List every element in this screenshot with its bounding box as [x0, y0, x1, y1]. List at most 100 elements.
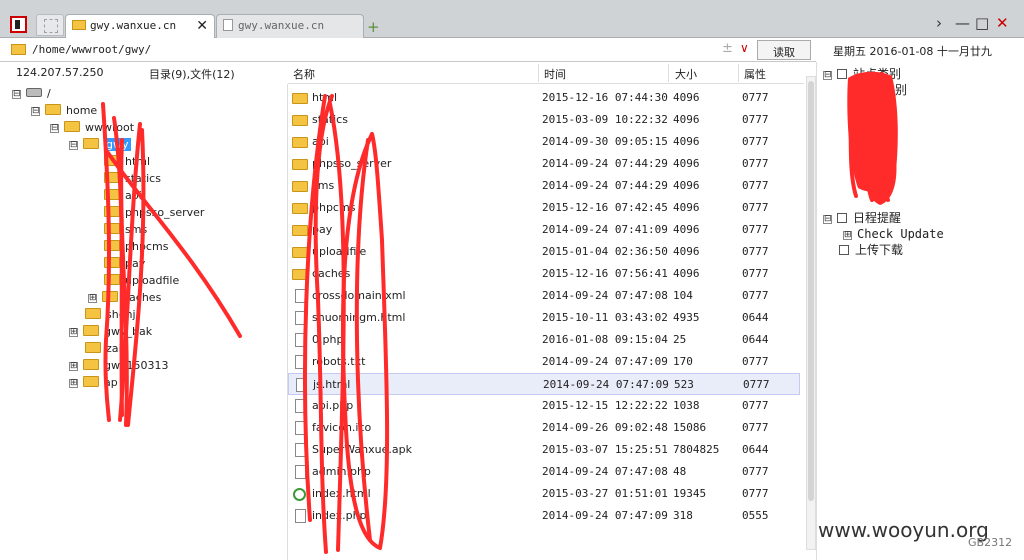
tree-item[interactable]: ⊞ gwy_bak: [69, 324, 152, 340]
tree-item[interactable]: uploadfile: [88, 273, 179, 289]
expand-icon[interactable]: ⊞: [69, 328, 78, 337]
file-name: caches: [312, 267, 351, 280]
new-tab-button[interactable]: +: [367, 18, 380, 36]
file-row[interactable]: phpsso_server 2014-09-24 07:44:29 4096 0777: [288, 153, 800, 175]
file-row[interactable]: crossdomain.xml 2014-09-24 07:47:08 104 077…: [288, 285, 800, 307]
collapse-icon[interactable]: ⊟: [823, 215, 832, 224]
file-size: 7804825: [673, 443, 720, 456]
minimize-button[interactable]: —: [955, 14, 970, 32]
file-row[interactable]: api.php 2015-12-15 12:22:22 1038 0777: [288, 395, 800, 417]
expand-icon[interactable]: ⊞: [88, 294, 97, 303]
file-row[interactable]: SuperWanxue.apk 2015-03-07 15:25:51 780482…: [288, 439, 800, 461]
tree-item[interactable]: phpcms: [88, 239, 168, 255]
maximize-button[interactable]: □: [975, 14, 989, 32]
file-size: 1038: [673, 399, 700, 412]
file-row[interactable]: index.html 2015-03-27 01:51:01 19345 0777: [288, 483, 800, 505]
chevron-right-icon[interactable]: ›: [936, 14, 942, 32]
tab-active[interactable]: gwy.wanxue.cn ✕: [65, 14, 215, 39]
tree-item-label: gwy_bak: [104, 325, 153, 338]
collapse-icon[interactable]: ⊟: [12, 90, 21, 99]
column-header-size[interactable]: 大小: [675, 66, 697, 82]
collapse-icon[interactable]: ⊟: [823, 71, 832, 80]
panel-item[interactable]: ⊟ 站点类别: [823, 66, 901, 82]
tree-item[interactable]: statics: [88, 171, 161, 187]
tree-item[interactable]: ⊟ gwy: [69, 137, 131, 153]
right-panel: ⊟ 站点类别 站点类别 ⊟ 日程提醒 ⊞ Check Update 上传下载: [816, 62, 1024, 560]
tree-item-label: sms: [125, 223, 148, 236]
file-row[interactable]: shuomingm.html 2015-10-11 03:43:02 4935 064…: [288, 307, 800, 329]
tree-item[interactable]: ⊞ gwy150313: [69, 358, 168, 374]
tree-item[interactable]: shenji: [69, 307, 139, 323]
path-input[interactable]: /home/wwwroot/gwy/: [32, 43, 151, 56]
file-row[interactable]: statics 2015-03-09 10:22:32 4096 0777: [288, 109, 800, 131]
tree-item[interactable]: zai: [69, 341, 122, 357]
tree-item[interactable]: ⊞ ap: [69, 375, 118, 391]
vertical-scrollbar[interactable]: [806, 76, 816, 550]
file-row[interactable]: phpcms 2015-12-16 07:42:45 4096 0777: [288, 197, 800, 219]
file-row[interactable]: 0.php 2016-01-08 09:15:04 25 0644: [288, 329, 800, 351]
panel-item[interactable]: 站点类别: [843, 82, 907, 98]
tab-inactive[interactable]: gwy.wanxue.cn: [216, 14, 364, 38]
tree-item-label: ap: [104, 376, 118, 389]
file-size: 4935: [673, 311, 700, 324]
file-size: 15086: [673, 421, 707, 434]
folder-icon: [292, 247, 308, 258]
file-row[interactable]: sms 2014-09-24 07:44:29 4096 0777: [288, 175, 800, 197]
column-header-attr[interactable]: 属性: [744, 66, 766, 82]
chevron-down-icon[interactable]: ∨: [740, 41, 749, 55]
file-time: 2015-12-16 07:44:30: [542, 91, 668, 104]
read-button[interactable]: 读取: [757, 40, 811, 60]
tree-item[interactable]: phpsso_server: [88, 205, 204, 221]
tree-item[interactable]: ⊟ /: [12, 86, 51, 102]
collapse-icon[interactable]: ⊟: [31, 107, 40, 116]
panel-item-label: Check Update: [857, 227, 944, 241]
panel-item[interactable]: ⊟ 日程提醒: [823, 210, 901, 226]
tree-item[interactable]: ⊟ wwwroot: [50, 120, 134, 136]
file-row[interactable]: favicon.ico 2014-09-26 09:02:48 15086 0777: [288, 417, 800, 439]
file-row[interactable]: uploadfile 2015-01-04 02:36:50 4096 0777: [288, 241, 800, 263]
file-row[interactable]: caches 2015-12-16 07:56:41 4096 0777: [288, 263, 800, 285]
column-header-name[interactable]: 名称: [293, 66, 315, 82]
server-ip: 124.207.57.250: [16, 66, 104, 79]
folder-icon: [104, 274, 120, 285]
tab-close-icon[interactable]: ✕: [196, 18, 208, 34]
tree-item[interactable]: api: [88, 188, 142, 204]
file-name: phpsso_server: [312, 157, 392, 170]
collapse-icon[interactable]: ⊟: [69, 141, 78, 150]
file-row[interactable]: pay 2014-09-24 07:41:09 4096 0777: [288, 219, 800, 241]
tree-item[interactable]: pay: [88, 256, 145, 272]
file-size: 4096: [673, 113, 700, 126]
file-icon: [295, 399, 306, 413]
panel-item[interactable]: ⊞ Check Update: [843, 226, 944, 242]
panel-item[interactable]: 上传下载: [823, 242, 903, 258]
tree-item[interactable]: html: [88, 154, 150, 170]
close-button[interactable]: ✕: [996, 14, 1009, 32]
scrollbar-thumb[interactable]: [808, 81, 814, 501]
tree-item-label: /: [47, 87, 51, 100]
collapse-icon[interactable]: ⊟: [50, 124, 59, 133]
star-icon[interactable]: ±: [722, 41, 733, 56]
tree-item-label: gwy: [104, 138, 131, 151]
file-time: 2014-09-24 07:47:09: [542, 509, 668, 522]
blank-tab[interactable]: [36, 14, 64, 36]
file-row[interactable]: robots.txt 2014-09-24 07:47:09 170 0777: [288, 351, 800, 373]
tree-item[interactable]: ⊟ home: [31, 103, 97, 119]
file-name: 0.php: [312, 333, 344, 346]
expand-icon[interactable]: ⊞: [69, 362, 78, 371]
category-icon: [837, 213, 847, 223]
date-display: 星期五 2016-01-08 十一月廿九: [816, 38, 1024, 62]
folder-icon: [104, 155, 120, 166]
expand-icon[interactable]: ⊞: [69, 379, 78, 388]
file-row[interactable]: admin.php 2014-09-24 07:47:08 48 0777: [288, 461, 800, 483]
column-header-time[interactable]: 时间: [544, 66, 566, 82]
tree-item-label: pay: [125, 257, 146, 270]
file-row[interactable]: api 2014-09-30 09:05:15 4096 0777: [288, 131, 800, 153]
folder-icon: [85, 308, 101, 319]
file-row[interactable]: js.html 2014-09-24 07:47:09 523 0777: [288, 373, 800, 395]
expand-icon[interactable]: ⊞: [843, 231, 852, 240]
file-row[interactable]: html 2015-12-16 07:44:30 4096 0777: [288, 87, 800, 109]
tree-item[interactable]: sms: [88, 222, 147, 238]
file-name: crossdomain.xml: [312, 289, 406, 302]
tree-item[interactable]: ⊞ caches: [88, 290, 161, 306]
file-row[interactable]: index.php 2014-09-24 07:47:09 318 0555: [288, 505, 800, 527]
